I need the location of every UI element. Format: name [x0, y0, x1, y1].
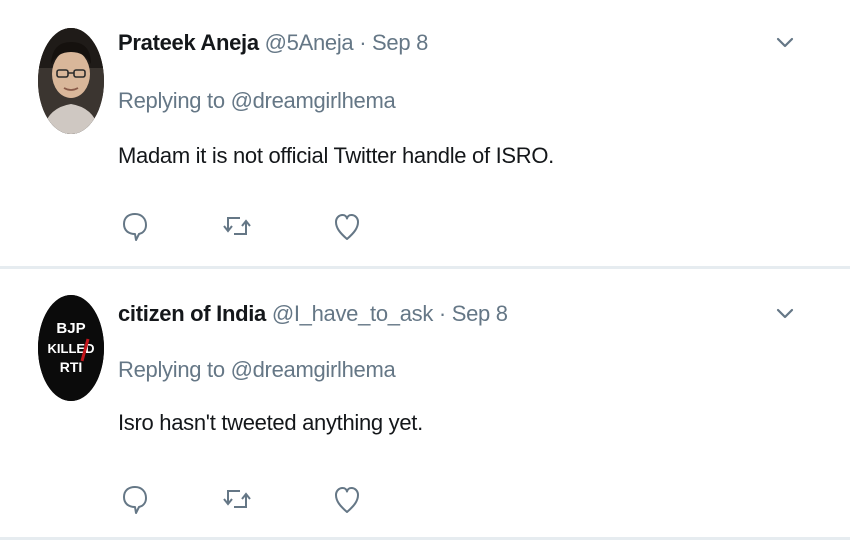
reply-button[interactable]: [118, 479, 152, 519]
mention-link[interactable]: @dreamgirlhema: [231, 357, 396, 382]
tweet-actions: [118, 479, 378, 519]
divider: [0, 537, 850, 540]
tweet-date[interactable]: Sep 8: [452, 301, 508, 326]
like-button[interactable]: [330, 479, 364, 519]
reply-icon: [123, 213, 147, 241]
replying-prefix: Replying to: [118, 357, 225, 382]
reply-icon: [123, 486, 147, 514]
tweet-header: citizen of India @I_have_to_ask · Sep 8: [118, 301, 508, 327]
profile-photo: [38, 28, 104, 134]
chevron-down-icon[interactable]: [774, 34, 796, 52]
tweet-text: Isro hasn't tweeted anything yet.: [118, 410, 423, 435]
display-name[interactable]: citizen of India: [118, 301, 266, 326]
avatar[interactable]: [38, 28, 104, 134]
user-handle[interactable]: @5Aneja: [265, 30, 354, 55]
tweet-date[interactable]: Sep 8: [372, 30, 428, 55]
tweet-text: Madam it is not official Twitter handle …: [118, 143, 554, 168]
replying-to: Replying to @dreamgirlhema: [118, 88, 396, 114]
separator: ·: [438, 301, 446, 326]
chevron-down-icon[interactable]: [774, 305, 796, 323]
like-button[interactable]: [330, 206, 364, 246]
retweet-button[interactable]: [220, 206, 254, 246]
display-name[interactable]: Prateek Aneja: [118, 30, 259, 55]
tweet-feed: Prateek Aneja @5Aneja · Sep 8 Replying t…: [0, 0, 850, 550]
retweet-icon: [223, 490, 251, 508]
bjp-killed-rti-logo: BJP KILLED RTI: [38, 295, 104, 401]
replying-to: Replying to @dreamgirlhema: [118, 357, 396, 383]
tweet[interactable]: Prateek Aneja @5Aneja · Sep 8 Replying t…: [0, 0, 850, 267]
tweet[interactable]: BJP KILLED RTI citizen of India @I_have_…: [0, 269, 850, 537]
like-icon: [335, 214, 359, 240]
separator: ·: [359, 30, 367, 55]
user-handle[interactable]: @I_have_to_ask: [272, 301, 434, 326]
retweet-icon: [223, 217, 251, 235]
tweet-actions: [118, 206, 378, 246]
retweet-button[interactable]: [220, 479, 254, 519]
avatar[interactable]: BJP KILLED RTI: [38, 295, 104, 401]
tweet-header: Prateek Aneja @5Aneja · Sep 8: [118, 30, 428, 56]
like-icon: [335, 487, 359, 513]
avatar-logo-text: RTI: [60, 359, 83, 375]
mention-link[interactable]: @dreamgirlhema: [231, 88, 396, 113]
replying-prefix: Replying to: [118, 88, 225, 113]
avatar-logo-text: BJP: [56, 320, 85, 337]
reply-button[interactable]: [118, 206, 152, 246]
